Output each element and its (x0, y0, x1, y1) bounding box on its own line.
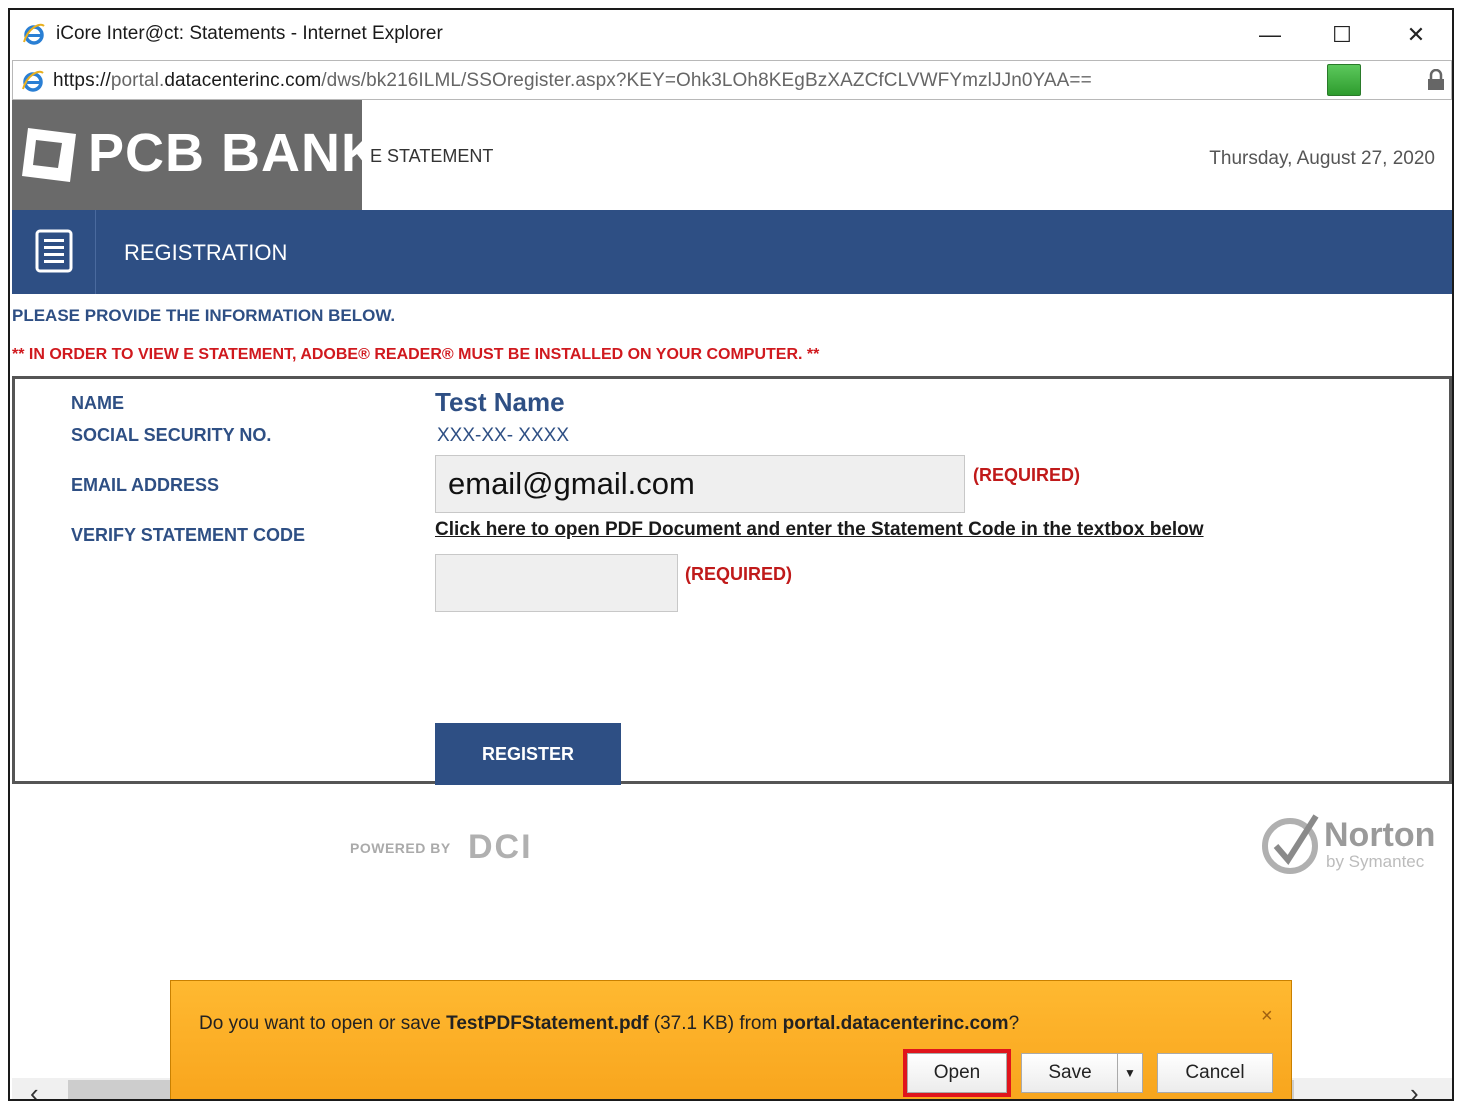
window-title: iCore Inter@ct: Statements - Internet Ex… (56, 23, 443, 44)
document-list-icon (35, 229, 73, 273)
open-pdf-link[interactable]: Click here to open PDF Document and ente… (435, 519, 1204, 541)
register-button[interactable]: REGISTER (435, 723, 621, 785)
norton-checkmark-icon (1262, 814, 1319, 874)
close-icon: ✕ (1406, 22, 1426, 47)
dismiss-download-icon[interactable]: × (1261, 1005, 1273, 1028)
scroll-left-icon[interactable]: ‹ (30, 1078, 39, 1099)
registration-title: REGISTRATION (124, 240, 288, 265)
email-required-note: (REQUIRED) (973, 465, 1080, 485)
name-value: Test Name (435, 387, 565, 417)
registration-form: NAME SOCIAL SECURITY NO. EMAIL ADDRESS V… (12, 376, 1452, 785)
registration-bar: REGISTRATION (12, 210, 1452, 294)
address-bar[interactable]: https://portal.datacenterinc.com/dws/bk2… (12, 60, 1452, 100)
adobe-warning-text: ** IN ORDER TO VIEW E STATEMENT, ADOBE® … (12, 346, 820, 363)
norton-logo: Norton (1324, 816, 1436, 854)
registration-icon-cell (12, 210, 96, 294)
compatibility-view-icon[interactable] (1327, 64, 1361, 96)
minimize-button[interactable]: — (1250, 18, 1290, 52)
open-button[interactable]: Open (903, 1049, 1011, 1097)
bank-logo-icon (22, 128, 76, 182)
close-button[interactable]: ✕ (1396, 18, 1436, 52)
title-bar: iCore Inter@ct: Statements - Internet Ex… (10, 10, 1452, 60)
bank-name: PCB BANK (88, 123, 382, 183)
ssn-value: XXX-XX- XXXX (437, 425, 569, 446)
ssn-label: SOCIAL SECURITY NO. (71, 425, 272, 445)
download-filename: TestPDFStatement.pdf (446, 1013, 649, 1034)
statement-code-field[interactable] (435, 554, 678, 612)
site-favicon-icon (22, 70, 44, 92)
current-date: Thursday, August 27, 2020 (1209, 148, 1435, 169)
section-title: E STATEMENT (370, 146, 494, 166)
scroll-right-icon[interactable]: › (1410, 1078, 1419, 1099)
chevron-down-icon: ▼ (1124, 1066, 1136, 1080)
browser-window: iCore Inter@ct: Statements - Internet Ex… (8, 8, 1454, 1101)
dci-logo: DCI (468, 828, 533, 866)
download-source: portal.datacenterinc.com (782, 1013, 1009, 1034)
save-button[interactable]: Save (1021, 1053, 1119, 1093)
name-label: NAME (71, 393, 124, 413)
verify-code-label: VERIFY STATEMENT CODE (71, 525, 306, 545)
maximize-button[interactable]: ☐ (1322, 18, 1362, 52)
bank-logo: PCB BANK (12, 100, 380, 210)
powered-by-text: POWERED BY (350, 840, 451, 856)
download-notification-bar: Do you want to open or save TestPDFState… (170, 980, 1292, 1099)
internet-explorer-icon (23, 23, 45, 45)
email-field[interactable] (435, 455, 965, 513)
norton-subtitle: by Symantec (1326, 852, 1425, 871)
download-prompt-text: Do you want to open or save TestPDFState… (199, 1013, 1020, 1034)
lock-icon[interactable] (1427, 69, 1445, 91)
maximize-icon: ☐ (1332, 22, 1352, 47)
cancel-button[interactable]: Cancel (1157, 1053, 1273, 1093)
save-options-dropdown[interactable]: ▼ (1117, 1053, 1143, 1093)
email-label: EMAIL ADDRESS (71, 475, 220, 495)
instructions-text: PLEASE PROVIDE THE INFORMATION BELOW. (12, 306, 396, 325)
code-required-note: (REQUIRED) (685, 564, 792, 584)
url-text[interactable]: https://portal.datacenterinc.com/dws/bk2… (53, 70, 1092, 92)
minimize-icon: — (1259, 22, 1281, 47)
